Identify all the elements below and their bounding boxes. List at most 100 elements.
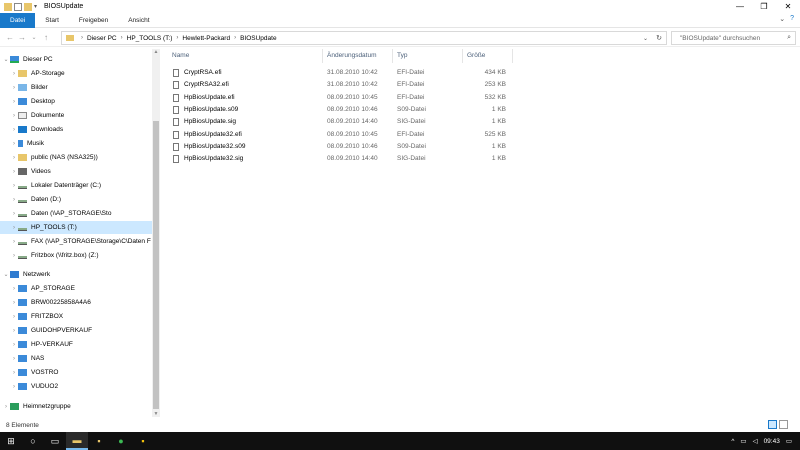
volume-icon[interactable]: ◁ bbox=[753, 437, 758, 445]
sidebar-item-guidohpverkauf[interactable]: › GUIDOHPVERKAUF bbox=[0, 324, 152, 337]
chevron-right-icon[interactable]: › bbox=[10, 253, 18, 259]
recent-locations-icon[interactable]: ⌄ bbox=[28, 34, 40, 41]
sidebar-item-heimnetzgruppe[interactable]: › Heimnetzgruppe bbox=[0, 400, 152, 413]
refresh-icon[interactable]: ↻ bbox=[656, 34, 662, 42]
file-name[interactable]: HpBiosUpdate.sig bbox=[173, 116, 236, 128]
chevron-right-icon[interactable]: › bbox=[10, 239, 18, 245]
column-size[interactable]: Größe bbox=[463, 49, 513, 63]
chevron-right-icon[interactable]: › bbox=[2, 404, 10, 410]
chevron-right-icon[interactable]: › bbox=[10, 328, 18, 334]
sidebar-item-downloads[interactable]: › Downloads bbox=[0, 123, 152, 136]
sidebar-item-brw00225858a4a6[interactable]: › BRW00225858A4A6 bbox=[0, 296, 152, 309]
sidebar-item-vuduo2[interactable]: › VUDUO2 bbox=[0, 380, 152, 393]
new-folder-icon[interactable] bbox=[24, 2, 32, 11]
chevron-right-icon[interactable]: › bbox=[10, 155, 18, 161]
chevron-right-icon[interactable]: › bbox=[10, 370, 18, 376]
task-view-icon[interactable]: ▭ bbox=[44, 432, 66, 450]
back-arrow-icon[interactable]: ← bbox=[4, 33, 16, 42]
sidebar-item-hp-tools-t[interactable]: › HP_TOOLS (T:) bbox=[0, 221, 152, 234]
sidebar-item-public-nas-nsa325[interactable]: › public (NAS (NSA325)) bbox=[0, 151, 152, 164]
scroll-down-icon[interactable]: ▼ bbox=[152, 411, 160, 417]
windows-start-icon[interactable]: ⊞ bbox=[0, 432, 22, 450]
minimize-button[interactable]: — bbox=[728, 0, 752, 13]
sidebar-item-fritzbox[interactable]: › FRITZBOX bbox=[0, 310, 152, 323]
maximize-button[interactable]: ❐ bbox=[752, 0, 776, 13]
sidebar-item-dieser-pc[interactable]: ⌄ Dieser PC bbox=[0, 53, 152, 66]
file-name[interactable]: HpBiosUpdate32.efi bbox=[173, 129, 242, 141]
sidebar-item-nas[interactable]: › NAS bbox=[0, 352, 152, 365]
sidebar-item-ap-storage[interactable]: › AP-Storage bbox=[0, 67, 152, 80]
scroll-up-icon[interactable]: ▲ bbox=[152, 49, 160, 55]
chevron-down-icon[interactable]: ▾ bbox=[34, 3, 40, 11]
chevron-right-icon[interactable]: › bbox=[10, 127, 18, 133]
crumb-hewlett-packard[interactable]: Hewlett-Packard bbox=[182, 35, 230, 42]
scrollbar-thumb[interactable] bbox=[153, 121, 159, 409]
crumb-hp-tools[interactable]: HP_TOOLS (T:) bbox=[127, 35, 173, 42]
sidebar-item-lokaler-datentr-ger-c[interactable]: › Lokaler Datenträger (C:) bbox=[0, 179, 152, 192]
chevron-down-icon[interactable]: ⌄ bbox=[643, 35, 648, 42]
chevron-right-icon[interactable]: › bbox=[10, 99, 18, 105]
cortana-icon[interactable]: ○ bbox=[22, 432, 44, 450]
large-icons-view-icon[interactable] bbox=[779, 420, 788, 429]
chevron-right-icon[interactable]: › bbox=[10, 85, 18, 91]
file-name[interactable]: CryptRSA.efi bbox=[173, 67, 222, 79]
crumb-biosupdate[interactable]: BIOSUpdate bbox=[240, 35, 277, 42]
chevron-right-icon[interactable]: › bbox=[10, 169, 18, 175]
table-row[interactable]: CryptRSA32.efi 31.08.2010 10:42 EFI-Datei 2… bbox=[168, 79, 513, 91]
expand-ribbon-icon[interactable]: ⌄ bbox=[779, 15, 785, 23]
sidebar-item-musik[interactable]: › Musik bbox=[0, 137, 152, 150]
table-row[interactable]: HpBiosUpdate32.s09 08.09.2010 10:46 S09-Da… bbox=[168, 141, 513, 153]
tray-chevron-icon[interactable]: ^ bbox=[731, 438, 734, 445]
chevron-right-icon[interactable]: › bbox=[10, 183, 18, 189]
sidebar-scrollbar[interactable]: ▲ ▼ bbox=[152, 49, 160, 417]
file-explorer-icon[interactable]: ▬ bbox=[66, 432, 88, 450]
chevron-right-icon[interactable]: › bbox=[10, 225, 18, 231]
sidebar-item-netzwerk[interactable]: ⌄ Netzwerk bbox=[0, 268, 152, 281]
help-button[interactable]: ? bbox=[790, 15, 794, 23]
table-row[interactable]: CryptRSA.efi 31.08.2010 10:42 EFI-Datei 434… bbox=[168, 67, 513, 79]
table-row[interactable]: HpBiosUpdate.efi 08.09.2010 10:45 EFI-Date… bbox=[168, 92, 513, 104]
sidebar-item-bilder[interactable]: › Bilder bbox=[0, 81, 152, 94]
chrome-icon[interactable]: ● bbox=[110, 432, 132, 450]
chevron-down-icon[interactable]: ⌄ bbox=[2, 56, 10, 63]
file-name[interactable]: CryptRSA32.efi bbox=[173, 79, 229, 91]
chevron-right-icon[interactable]: › bbox=[10, 300, 18, 306]
chevron-right-icon[interactable]: › bbox=[10, 197, 18, 203]
sidebar-item-desktop[interactable]: › Desktop bbox=[0, 95, 152, 108]
network-icon[interactable]: ▭ bbox=[740, 437, 746, 445]
chevron-right-icon[interactable]: › bbox=[10, 314, 18, 320]
details-view-icon[interactable] bbox=[768, 420, 777, 429]
notifications-icon[interactable]: ▭ bbox=[786, 437, 792, 445]
crumb-dieser-pc[interactable]: Dieser PC bbox=[87, 35, 117, 42]
forward-arrow-icon[interactable]: → bbox=[16, 33, 28, 42]
file-name[interactable]: HpBiosUpdate.s09 bbox=[173, 104, 238, 116]
chevron-right-icon[interactable]: › bbox=[10, 342, 18, 348]
tab-ansicht[interactable]: Ansicht bbox=[118, 13, 159, 28]
close-button[interactable]: ✕ bbox=[776, 0, 800, 13]
table-row[interactable]: HpBiosUpdate32.efi 08.09.2010 10:45 EFI-Da… bbox=[168, 129, 513, 141]
clock[interactable]: 09:43 bbox=[764, 438, 780, 445]
sidebar-item-daten-ap-storage-sto[interactable]: › Daten (\\AP_STORAGE\Sto bbox=[0, 207, 152, 220]
tab-freigeben[interactable]: Freigeben bbox=[69, 13, 118, 28]
search-input[interactable]: "BIOSUpdate" durchsuchen ⌕ bbox=[671, 31, 796, 45]
column-date[interactable]: Änderungsdatum bbox=[323, 49, 393, 63]
breadcrumb[interactable]: › Dieser PC › HP_TOOLS (T:) › Hewlett-Pa… bbox=[61, 31, 667, 45]
column-type[interactable]: Typ bbox=[393, 49, 463, 63]
tab-datei[interactable]: Datei bbox=[0, 12, 36, 28]
sidebar-item-dokumente[interactable]: › Dokumente bbox=[0, 109, 152, 122]
file-name[interactable]: HpBiosUpdate32.sig bbox=[173, 153, 243, 165]
up-arrow-icon[interactable]: ↑ bbox=[40, 33, 52, 42]
sidebar-item-vostro[interactable]: › VOSTRO bbox=[0, 366, 152, 379]
tab-start[interactable]: Start bbox=[35, 13, 69, 28]
chevron-down-icon[interactable]: ⌄ bbox=[2, 271, 10, 278]
chevron-right-icon[interactable]: › bbox=[10, 71, 18, 77]
sidebar-item-daten-d[interactable]: › Daten (D:) bbox=[0, 193, 152, 206]
sidebar-item-fritzbox-fritz-box-z[interactable]: › Fritzbox (\\fritz.box) (Z:) bbox=[0, 249, 152, 262]
chevron-right-icon[interactable]: › bbox=[10, 356, 18, 362]
sidebar-item-hp-verkauf[interactable]: › HP-VERKAUF bbox=[0, 338, 152, 351]
sidebar-item-fax-ap-storage-storage-c-daten-f[interactable]: › FAX (\\AP_STORAGE\Storage\C\Daten F bbox=[0, 235, 152, 248]
chevron-right-icon[interactable]: › bbox=[10, 286, 18, 292]
chevron-right-icon[interactable]: › bbox=[10, 211, 18, 217]
chevron-right-icon[interactable]: › bbox=[10, 113, 18, 119]
properties-icon[interactable] bbox=[14, 2, 22, 11]
